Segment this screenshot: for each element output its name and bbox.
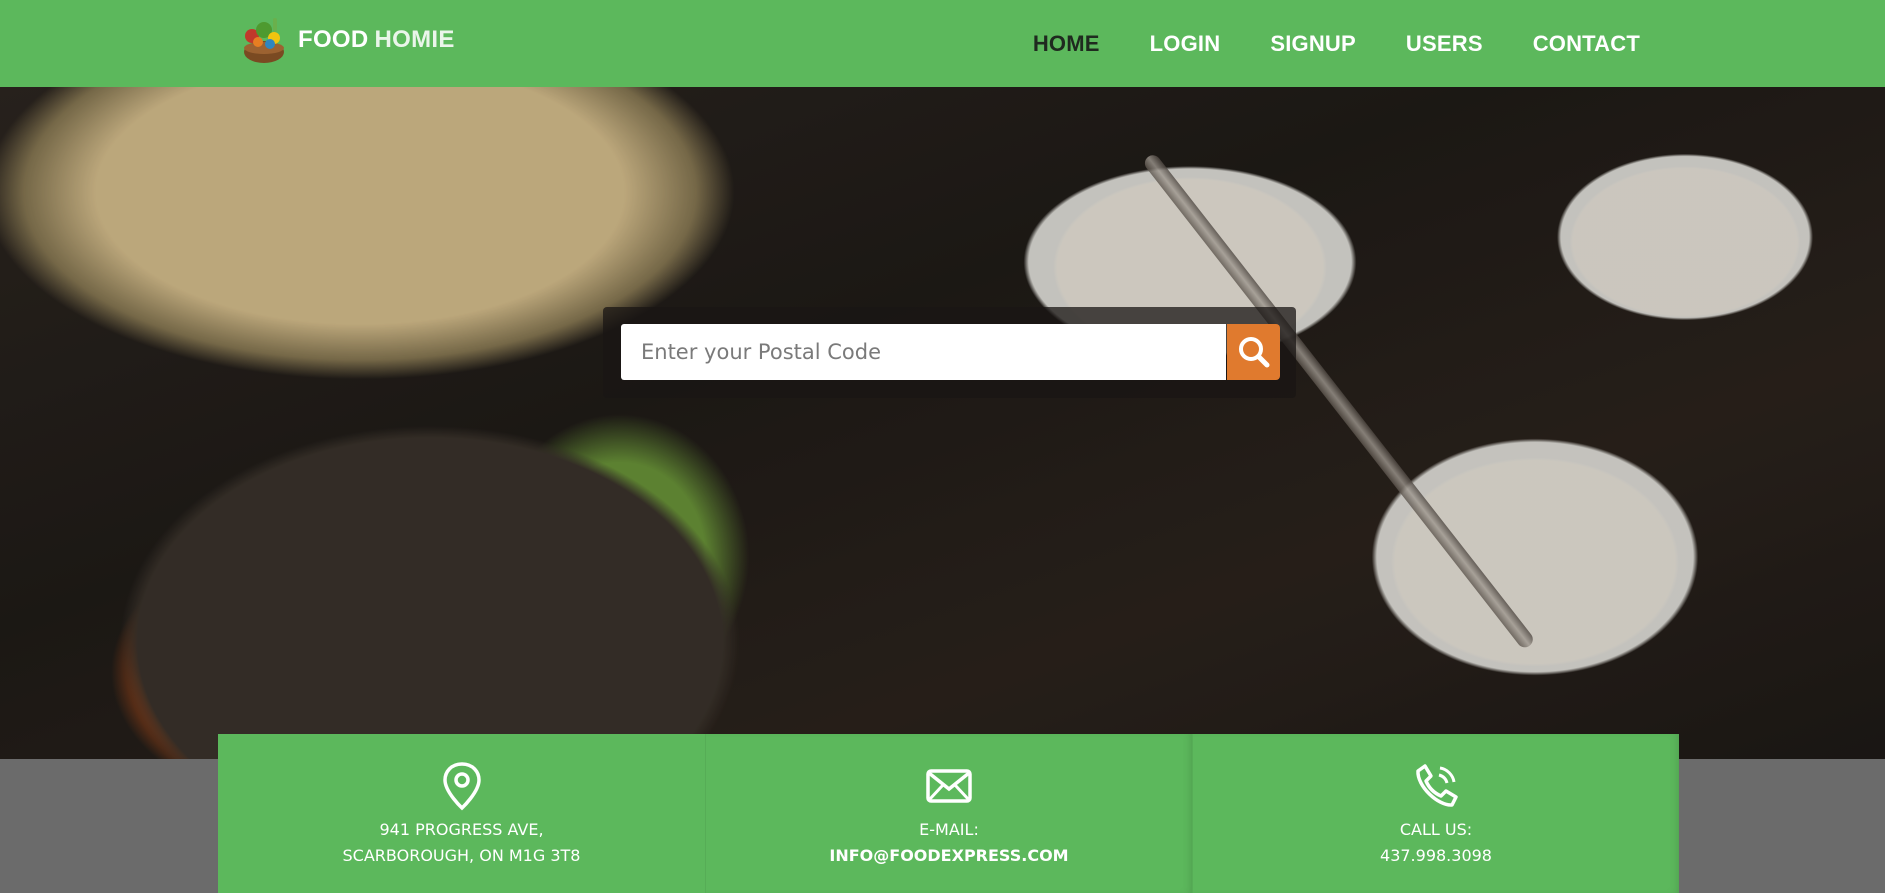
top-navbar: FOOD HOMIE HOME LOGIN SIGNUP USERS CONTAC… (0, 0, 1885, 87)
brand-name-homie: HOMIE (374, 26, 455, 53)
nav-login[interactable]: LOGIN (1150, 31, 1221, 57)
brand-name-food: FOOD (298, 26, 369, 53)
map-pin-icon (442, 762, 481, 811)
nav-users[interactable]: USERS (1406, 31, 1483, 57)
basket-logo-icon (244, 18, 284, 63)
envelope-icon (926, 769, 972, 803)
postal-code-input[interactable] (621, 324, 1226, 380)
hero-overlay (0, 87, 1885, 759)
postal-code-search-box (603, 307, 1296, 398)
brand[interactable]: FOOD HOMIE (240, 14, 455, 66)
phone-number[interactable]: 437.998.3098 (1380, 843, 1492, 869)
hero-food-background (0, 87, 1885, 759)
email-address[interactable]: INFO@FOODEXPRESS.COM (829, 843, 1068, 869)
email-label: E-MAIL: (919, 820, 979, 839)
address-line-2: SCARBOROUGH, ON M1G 3T8 (342, 846, 581, 865)
contact-info-bar: 941 PROGRESS AVE, SCARBOROUGH, ON M1G 3T… (218, 734, 1681, 893)
email-card: E-MAIL: INFO@FOODEXPRESS.COM (705, 734, 1192, 893)
main-nav: HOME LOGIN SIGNUP USERS CONTACT (983, 0, 1640, 87)
phone-card: CALL US: 437.998.3098 (1192, 734, 1679, 893)
address-card: 941 PROGRESS AVE, SCARBOROUGH, ON M1G 3T… (218, 734, 705, 893)
search-button[interactable] (1227, 324, 1280, 380)
nav-signup[interactable]: SIGNUP (1270, 31, 1356, 57)
search-icon (1238, 337, 1269, 368)
phone-icon (1416, 764, 1458, 807)
address-line-1: 941 PROGRESS AVE, (379, 820, 544, 839)
nav-home[interactable]: HOME (1033, 31, 1100, 57)
phone-label: CALL US: (1399, 820, 1473, 839)
nav-contact[interactable]: CONTACT (1533, 31, 1640, 57)
